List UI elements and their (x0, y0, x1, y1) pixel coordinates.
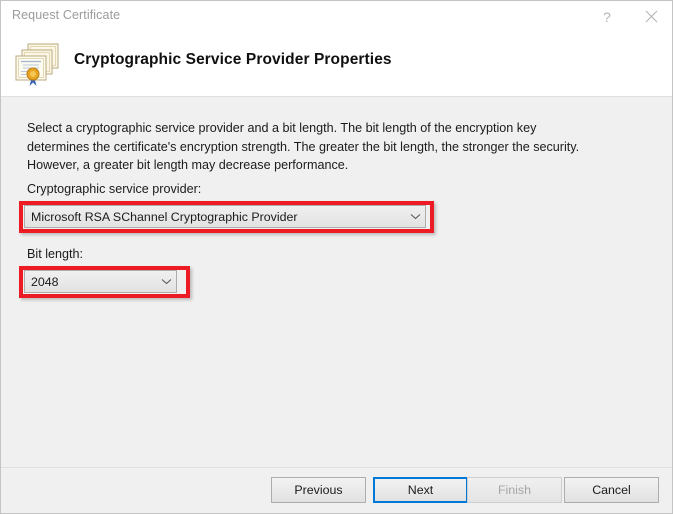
csp-selected-value: Microsoft RSA SChannel Cryptographic Pro… (25, 210, 406, 224)
title-bar: Request Certificate ? (1, 1, 673, 33)
caption-button-group: ? (585, 1, 673, 32)
finish-button: Finish (467, 477, 562, 503)
csp-dropdown[interactable]: Microsoft RSA SChannel Cryptographic Pro… (24, 205, 426, 228)
previous-button[interactable]: Previous (271, 477, 366, 503)
bit-length-label: Bit length: (27, 247, 83, 261)
dialog-footer: Previous Next Finish Cancel (1, 467, 672, 513)
instruction-text: Select a cryptographic service provider … (27, 119, 591, 175)
next-button[interactable]: Next (373, 477, 468, 503)
window-title: Request Certificate (12, 8, 120, 22)
certificate-stack-icon (12, 38, 62, 88)
chevron-down-icon[interactable] (157, 271, 176, 292)
page-title: Cryptographic Service Provider Propertie… (74, 51, 392, 69)
dialog-body: Select a cryptographic service provider … (1, 97, 672, 467)
close-icon (645, 10, 658, 23)
bit-length-dropdown[interactable]: 2048 (24, 270, 177, 293)
csp-label: Cryptographic service provider: (27, 182, 201, 196)
close-button[interactable] (629, 1, 673, 32)
help-button[interactable]: ? (585, 1, 629, 32)
dialog-header: Cryptographic Service Provider Propertie… (1, 33, 673, 97)
chevron-down-icon[interactable] (406, 206, 425, 227)
cancel-button[interactable]: Cancel (564, 477, 659, 503)
question-mark-icon: ? (603, 10, 611, 24)
bit-length-selected-value: 2048 (25, 275, 157, 289)
request-certificate-dialog: Request Certificate ? (0, 0, 673, 514)
